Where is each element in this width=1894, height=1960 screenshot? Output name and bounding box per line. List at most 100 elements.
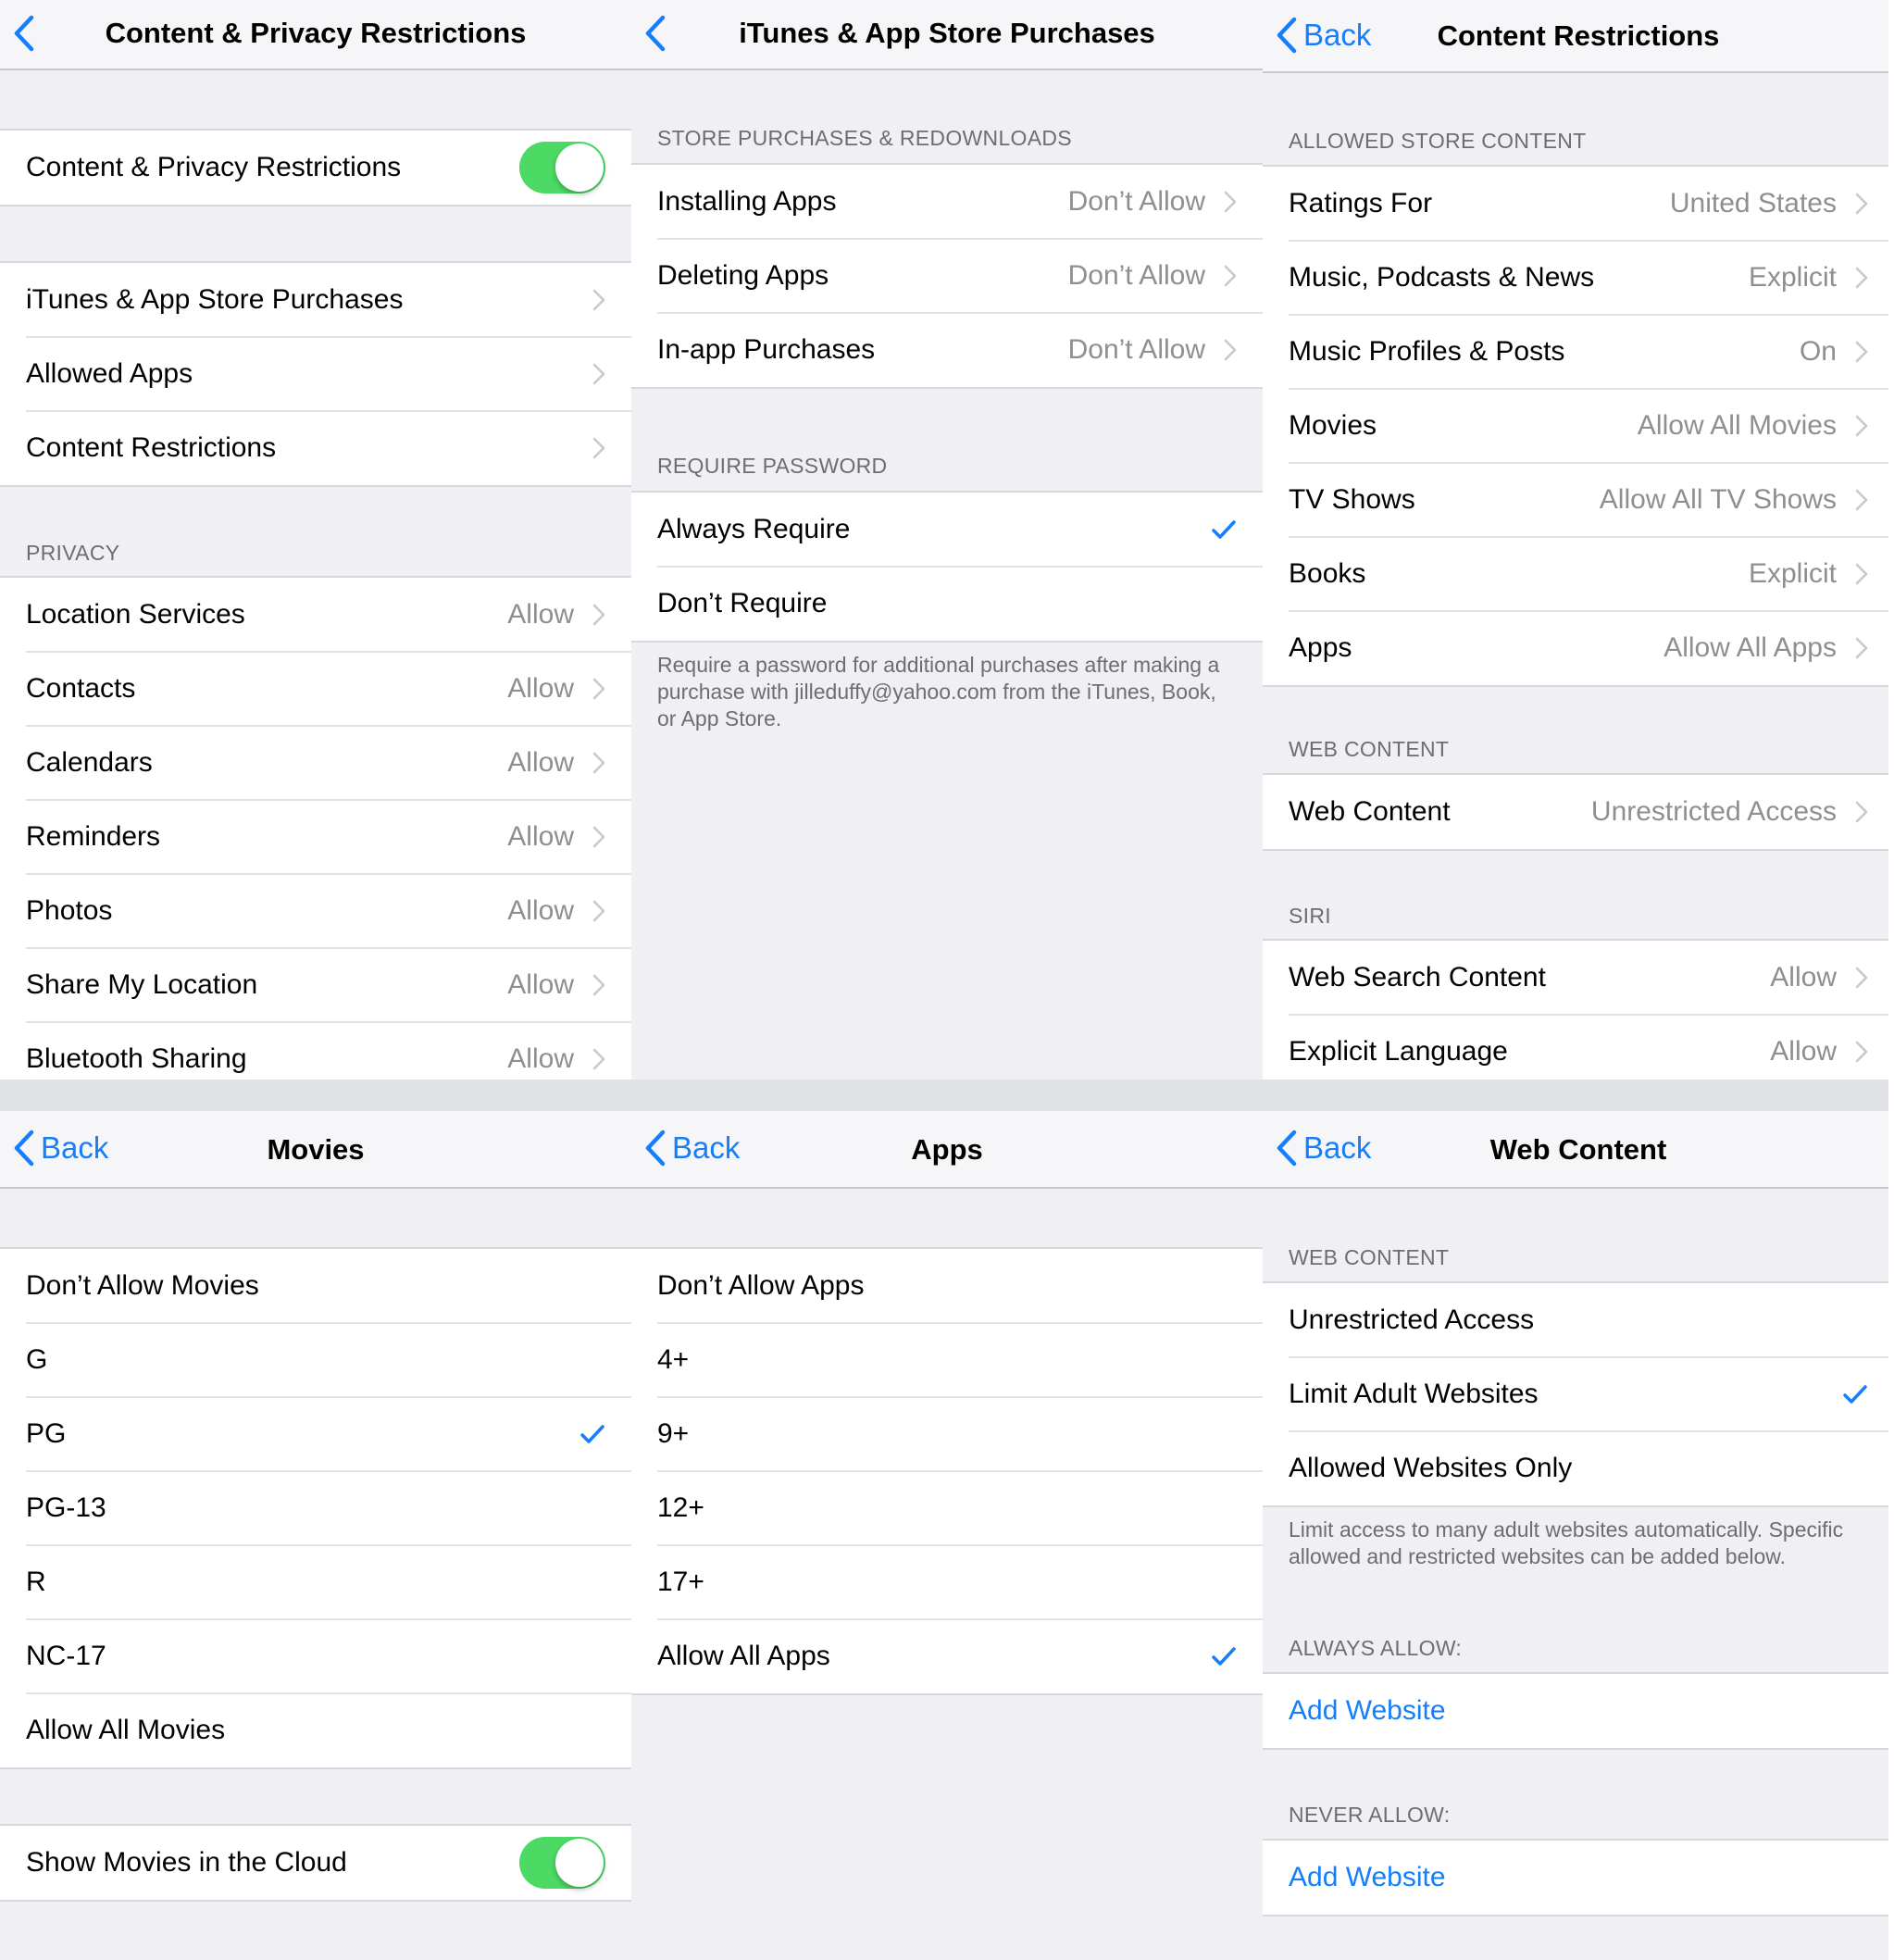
row-label: Don’t Require bbox=[657, 588, 828, 618]
row-value: Unrestricted Access bbox=[1590, 796, 1837, 827]
movie-option-dont-allow[interactable]: Don’t Allow Movies bbox=[0, 1249, 631, 1323]
chevron-right-icon bbox=[592, 974, 605, 996]
store-content-music-podcasts-news[interactable]: Music, Podcasts & News Explicit bbox=[1263, 240, 1894, 315]
store-content-movies[interactable]: Movies Allow All Movies bbox=[1263, 388, 1894, 463]
chevron-right-icon bbox=[1224, 191, 1237, 213]
nav-bar: Back Content Restrictions bbox=[1263, 0, 1894, 73]
row-value: Don’t Allow bbox=[1067, 260, 1205, 291]
page-title: Content & Privacy Restrictions bbox=[105, 17, 527, 49]
nav-item-allowed-apps[interactable]: Allowed Apps bbox=[0, 336, 631, 411]
siri-item-web-search-content[interactable]: Web Search Content Allow bbox=[1263, 941, 1894, 1015]
section-header-never-allow: NEVER ALLOW: bbox=[1289, 1803, 1451, 1827]
web-content-group: Web Content Unrestricted Access bbox=[1263, 773, 1894, 851]
content-privacy-panel: Content & Privacy Restrictions Content &… bbox=[0, 0, 631, 1080]
add-website-link[interactable]: Add Website bbox=[1289, 1862, 1446, 1893]
store-item-in-app-purchases[interactable]: In-app Purchases Don’t Allow bbox=[631, 312, 1263, 387]
store-content-tv-shows[interactable]: TV Shows Allow All TV Shows bbox=[1263, 462, 1894, 537]
row-label: Photos bbox=[26, 895, 113, 926]
row-value: Allow bbox=[1770, 1036, 1837, 1067]
password-option-dont-require[interactable]: Don’t Require bbox=[631, 566, 1263, 641]
row-value: Allow bbox=[507, 1043, 574, 1074]
chevron-right-icon bbox=[592, 1048, 605, 1070]
chevron-right-icon bbox=[592, 900, 605, 922]
nav-bar: Back Apps bbox=[631, 1111, 1263, 1189]
web-option-limit-adult-websites[interactable]: Limit Adult Websites bbox=[1263, 1356, 1894, 1431]
row-value: On bbox=[1799, 336, 1837, 367]
app-option-allow-all[interactable]: Allow All Apps bbox=[631, 1618, 1263, 1693]
add-website-link[interactable]: Add Website bbox=[1289, 1695, 1446, 1727]
row-label: 9+ bbox=[657, 1418, 690, 1449]
privacy-item-share-my-location[interactable]: Share My Location Allow bbox=[0, 947, 631, 1022]
app-option-4-plus[interactable]: 4+ bbox=[631, 1322, 1263, 1397]
app-option-dont-allow[interactable]: Don’t Allow Apps bbox=[631, 1249, 1263, 1323]
checkmark-icon bbox=[1842, 1383, 1868, 1405]
row-label: PG-13 bbox=[26, 1492, 106, 1523]
row-label: PG bbox=[26, 1418, 67, 1449]
app-option-9-plus[interactable]: 9+ bbox=[631, 1396, 1263, 1471]
store-item-deleting-apps[interactable]: Deleting Apps Don’t Allow bbox=[631, 238, 1263, 313]
password-option-always-require[interactable]: Always Require bbox=[631, 493, 1263, 567]
chevron-right-icon bbox=[592, 752, 605, 774]
privacy-item-reminders[interactable]: Reminders Allow bbox=[0, 799, 631, 874]
show-movies-in-cloud-toggle[interactable] bbox=[519, 1837, 605, 1889]
row-value: Allow bbox=[507, 895, 574, 926]
chevron-right-icon bbox=[592, 289, 605, 311]
store-content-music-profiles-posts[interactable]: Music Profiles & Posts On bbox=[1263, 314, 1894, 389]
row-label: Reminders bbox=[26, 821, 161, 852]
movie-option-nc-17[interactable]: NC-17 bbox=[0, 1618, 631, 1693]
web-content-item[interactable]: Web Content Unrestricted Access bbox=[1263, 775, 1894, 849]
privacy-item-contacts[interactable]: Contacts Allow bbox=[0, 651, 631, 726]
store-content-ratings-for[interactable]: Ratings For United States bbox=[1263, 167, 1894, 241]
movies-cloud-group: Show Movies in the Cloud bbox=[0, 1824, 631, 1902]
row-label: Allow All Movies bbox=[26, 1715, 226, 1745]
siri-group: Web Search Content Allow Explicit Langua… bbox=[1263, 939, 1894, 1080]
store-purchases-group: Installing Apps Don’t Allow Deleting App… bbox=[631, 163, 1263, 389]
movie-ratings-group: Don’t Allow Movies G PG PG-13 R NC-17 Al… bbox=[0, 1247, 631, 1769]
movie-option-g[interactable]: G bbox=[0, 1322, 631, 1397]
row-value: Explicit bbox=[1748, 558, 1837, 589]
web-content-options-group: Unrestricted Access Limit Adult Websites… bbox=[1263, 1281, 1894, 1507]
app-option-17-plus[interactable]: 17+ bbox=[631, 1544, 1263, 1619]
web-content-panel: Back Web Content WEB CONTENT Unrestricte… bbox=[1263, 1111, 1894, 1960]
content-privacy-toggle[interactable] bbox=[519, 142, 605, 194]
row-value: Allow bbox=[1770, 962, 1837, 992]
movie-option-pg-13[interactable]: PG-13 bbox=[0, 1470, 631, 1545]
web-option-unrestricted-access[interactable]: Unrestricted Access bbox=[1263, 1283, 1894, 1357]
web-content-footer-text: Limit access to many adult websites auto… bbox=[1289, 1517, 1844, 1568]
privacy-item-location-services[interactable]: Location Services Allow bbox=[0, 578, 631, 652]
row-label: Apps bbox=[1289, 632, 1352, 663]
chevron-right-icon bbox=[1855, 801, 1868, 823]
web-option-allowed-websites-only[interactable]: Allowed Websites Only bbox=[1263, 1430, 1894, 1505]
settings-nav-group: iTunes & App Store Purchases Allowed App… bbox=[0, 261, 631, 487]
row-value: Don’t Allow bbox=[1067, 186, 1205, 217]
privacy-item-calendars[interactable]: Calendars Allow bbox=[0, 725, 631, 800]
section-header-require-password: REQUIRE PASSWORD bbox=[657, 454, 888, 478]
never-allow-add-website[interactable]: Add Website bbox=[1263, 1841, 1894, 1915]
store-content-books[interactable]: Books Explicit bbox=[1263, 536, 1894, 611]
movie-option-pg[interactable]: PG bbox=[0, 1396, 631, 1471]
privacy-item-bluetooth-sharing[interactable]: Bluetooth Sharing Allow bbox=[0, 1021, 631, 1080]
store-content-apps[interactable]: Apps Allow All Apps bbox=[1263, 610, 1894, 685]
movie-option-allow-all[interactable]: Allow All Movies bbox=[0, 1692, 631, 1767]
show-movies-in-cloud-row: Show Movies in the Cloud bbox=[0, 1826, 631, 1900]
store-item-installing-apps[interactable]: Installing Apps Don’t Allow bbox=[631, 165, 1263, 239]
row-label: Always Require bbox=[657, 514, 851, 544]
row-value: Allow All TV Shows bbox=[1599, 484, 1837, 515]
row-label: Allowed Websites Only bbox=[1289, 1453, 1573, 1483]
chevron-right-icon bbox=[1855, 637, 1868, 659]
chevron-right-icon bbox=[1855, 193, 1868, 215]
row-label: Limit Adult Websites bbox=[1289, 1379, 1539, 1409]
chevron-right-icon bbox=[1855, 415, 1868, 437]
nav-item-content-restrictions[interactable]: Content Restrictions bbox=[0, 410, 631, 485]
siri-item-explicit-language[interactable]: Explicit Language Allow bbox=[1263, 1014, 1894, 1080]
page-title: Content Restrictions bbox=[1437, 19, 1720, 52]
chevron-right-icon bbox=[592, 363, 605, 385]
movie-option-r[interactable]: R bbox=[0, 1544, 631, 1619]
nav-item-itunes-purchases[interactable]: iTunes & App Store Purchases bbox=[0, 263, 631, 337]
page-title: Apps bbox=[911, 1133, 983, 1166]
row-label: Bluetooth Sharing bbox=[26, 1043, 247, 1074]
privacy-item-photos[interactable]: Photos Allow bbox=[0, 873, 631, 948]
toggle-label: Show Movies in the Cloud bbox=[26, 1847, 347, 1878]
app-option-12-plus[interactable]: 12+ bbox=[631, 1470, 1263, 1545]
always-allow-add-website[interactable]: Add Website bbox=[1263, 1674, 1894, 1748]
